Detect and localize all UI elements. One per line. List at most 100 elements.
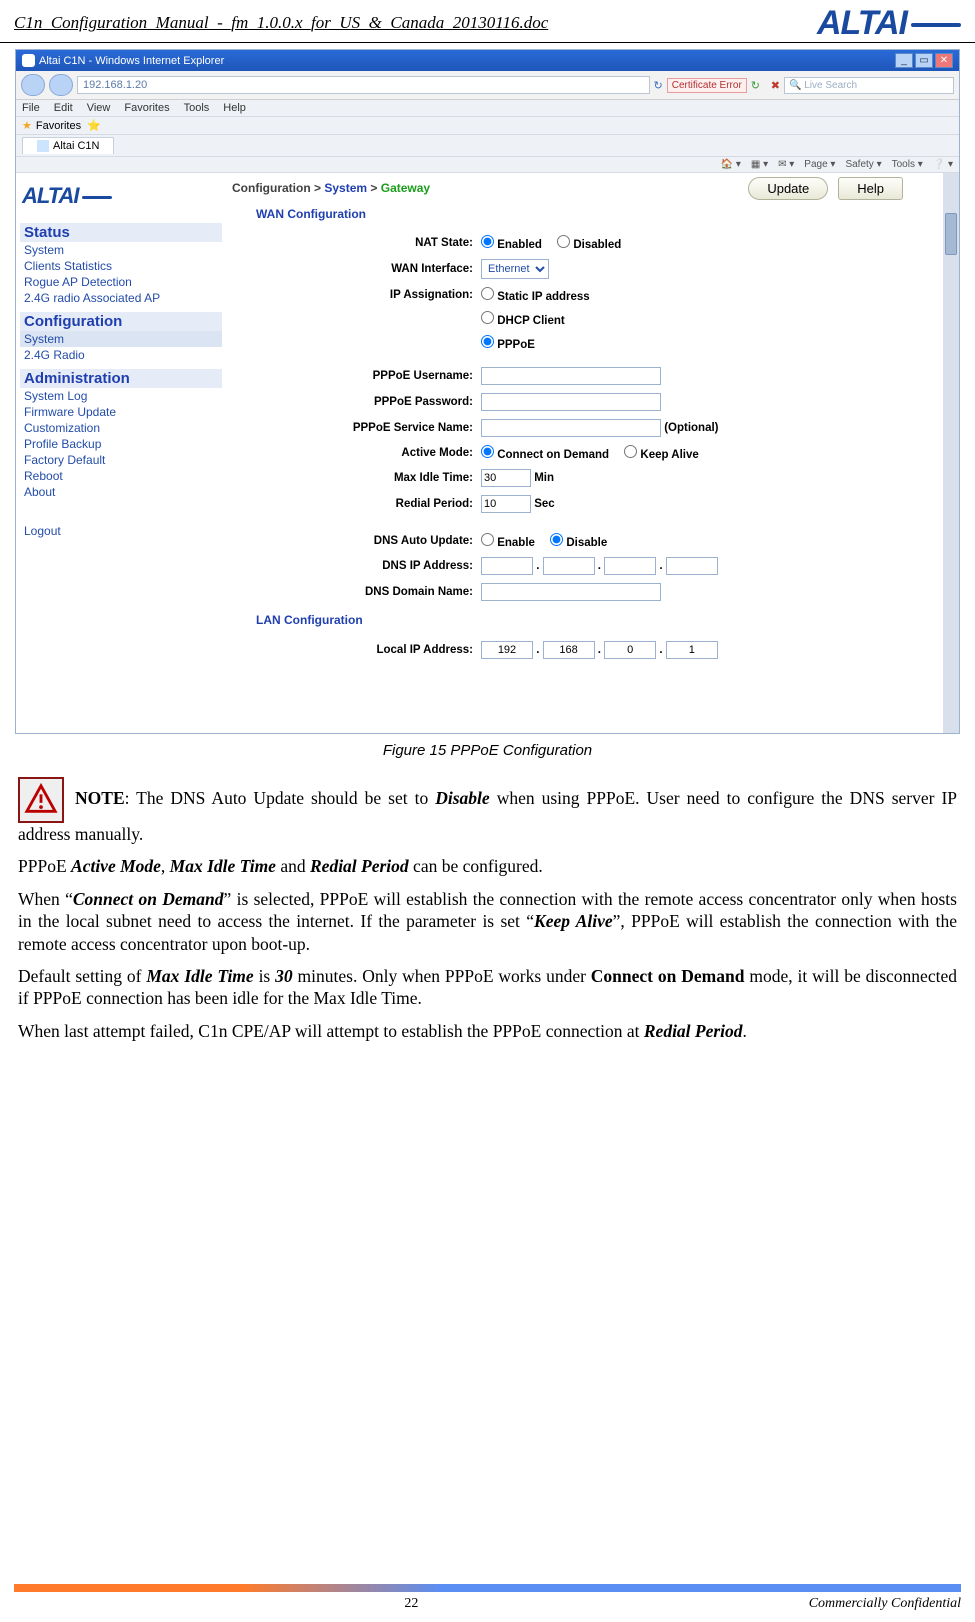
nav-syslog[interactable]: System Log [20, 388, 222, 404]
body-text: NOTE: The DNS Auto Update should be set … [0, 777, 975, 1042]
menu-favorites[interactable]: Favorites [124, 102, 169, 114]
update-button[interactable]: Update [748, 177, 828, 200]
maxidle-input[interactable] [481, 469, 531, 487]
dnsip-oct4[interactable] [666, 557, 718, 575]
altai-logo: ALTAI [817, 6, 961, 40]
pppoe-username-input[interactable] [481, 367, 661, 385]
dnsip-oct3[interactable] [604, 557, 656, 575]
wan-interface-select[interactable]: Ethernet [481, 259, 549, 279]
forward-button[interactable] [49, 74, 73, 96]
ie-screenshot: Altai C1N - Windows Internet Explorer _ … [15, 49, 960, 734]
config-area: Update Help Configuration > System > Gat… [226, 173, 943, 733]
favorites-star-icon[interactable]: ★ [22, 119, 32, 132]
window-title-text: Altai C1N - Windows Internet Explorer [39, 55, 224, 67]
toolbar-tools[interactable]: Tools ▾ [892, 159, 923, 170]
favorites-folder-icon[interactable]: ⭐ [87, 119, 101, 132]
nat-disabled[interactable]: Disabled [557, 239, 621, 251]
mail-icon[interactable]: ✉ ▾ [778, 159, 794, 170]
mode-keepalive[interactable]: Keep Alive [624, 449, 699, 461]
refresh2-icon[interactable]: ↻ [751, 79, 767, 92]
nav-rogue[interactable]: Rogue AP Detection [20, 274, 222, 290]
lbl-redial: Redial Period: [232, 491, 477, 517]
lbl-dnsauto: DNS Auto Update: [232, 529, 477, 553]
toolbar-help[interactable]: ❔ ▾ [933, 159, 953, 170]
ip-static[interactable]: Static IP address [481, 291, 590, 303]
close-button[interactable]: ✕ [935, 53, 953, 68]
nav-factory[interactable]: Factory Default [20, 452, 222, 468]
page-footer: 22 Commercially Confidential [0, 1584, 975, 1612]
menu-tools[interactable]: Tools [184, 102, 210, 114]
nav-custom[interactable]: Customization [20, 420, 222, 436]
window-icon [22, 54, 35, 67]
page-header: C1n_Configuration_Manual_-_fm_1.0.0.x_fo… [0, 0, 975, 43]
localip-oct3[interactable] [604, 641, 656, 659]
nav-reboot[interactable]: Reboot [20, 468, 222, 484]
lbl-dnsdom: DNS Domain Name: [232, 579, 477, 605]
favorites-bar: ★ Favorites ⭐ [16, 117, 959, 135]
left-nav: ALTAI Status System Clients Statistics R… [16, 173, 226, 733]
nav-24g-assoc[interactable]: 2.4G radio Associated AP [20, 290, 222, 306]
nav-admin-head[interactable]: Administration [20, 369, 222, 388]
home-icon[interactable]: 🏠 ▾ [721, 159, 741, 170]
nav-config-24g[interactable]: 2.4G Radio [20, 347, 222, 363]
top-buttons: Update Help [748, 177, 903, 200]
tab-label: Altai C1N [53, 140, 99, 152]
dnsip-oct1[interactable] [481, 557, 533, 575]
dns-disable[interactable]: Disable [550, 537, 607, 549]
menu-file[interactable]: File [22, 102, 40, 114]
menu-bar: File Edit View Favorites Tools Help [16, 100, 959, 117]
dnsdomain-input[interactable] [481, 583, 661, 601]
nav-config-head[interactable]: Configuration [20, 312, 222, 331]
dnsip-oct2[interactable] [543, 557, 595, 575]
search-box[interactable]: 🔍 Live Search [784, 77, 954, 94]
menu-edit[interactable]: Edit [54, 102, 73, 114]
localip-oct1[interactable] [481, 641, 533, 659]
feed-icon[interactable]: ▦ ▾ [751, 159, 768, 170]
redial-input[interactable] [481, 495, 531, 513]
lan-form: Local IP Address: . . . [232, 637, 925, 663]
nav-about[interactable]: About [20, 484, 222, 500]
lbl-localip: Local IP Address: [232, 637, 477, 663]
lbl-pppuser: PPPoE Username: [232, 363, 477, 389]
lbl-active: Active Mode: [232, 441, 477, 465]
page-number: 22 [404, 1596, 418, 1612]
cert-error-badge[interactable]: Certificate Error [667, 78, 747, 93]
toolbar-page[interactable]: Page ▾ [804, 159, 835, 170]
toolbar-safety[interactable]: Safety ▾ [845, 159, 881, 170]
pppoe-service-input[interactable] [481, 419, 661, 437]
nav-config-system[interactable]: System [20, 331, 222, 347]
altai-logo-small: ALTAI [20, 179, 222, 217]
webpage: ALTAI Status System Clients Statistics R… [16, 173, 959, 733]
nav-system[interactable]: System [20, 242, 222, 258]
nat-enabled[interactable]: Enabled [481, 239, 542, 251]
menu-help[interactable]: Help [223, 102, 246, 114]
lbl-ppppass: PPPoE Password: [232, 389, 477, 415]
back-button[interactable] [21, 74, 45, 96]
pppoe-password-input[interactable] [481, 393, 661, 411]
note-label: NOTE [75, 788, 125, 808]
help-button[interactable]: Help [838, 177, 903, 200]
browser-tab[interactable]: Altai C1N [22, 137, 114, 154]
nav-backup[interactable]: Profile Backup [20, 436, 222, 452]
favorites-label[interactable]: Favorites [36, 120, 81, 132]
nav-status-head[interactable]: Status [20, 223, 222, 242]
dns-enable[interactable]: Enable [481, 537, 535, 549]
figure-caption: Figure 15 PPPoE Configuration [0, 742, 975, 759]
nav-logout[interactable]: Logout [20, 524, 222, 538]
warning-icon [18, 777, 64, 823]
url-field[interactable]: 192.168.1.20 [77, 76, 650, 94]
refresh-icon[interactable]: ↻ [654, 79, 663, 92]
minimize-button[interactable]: _ [895, 53, 913, 68]
localip-oct4[interactable] [666, 641, 718, 659]
ip-dhcp[interactable]: DHCP Client [481, 315, 565, 327]
min-label: Min [534, 472, 554, 484]
stop-icon[interactable]: ✖ [771, 79, 780, 92]
localip-oct2[interactable] [543, 641, 595, 659]
ip-pppoe[interactable]: PPPoE [481, 339, 535, 351]
nav-clients[interactable]: Clients Statistics [20, 258, 222, 274]
nav-fwupdate[interactable]: Firmware Update [20, 404, 222, 420]
maximize-button[interactable]: ▭ [915, 53, 933, 68]
footer-divider [14, 1584, 961, 1592]
mode-cod[interactable]: Connect on Demand [481, 449, 609, 461]
menu-view[interactable]: View [87, 102, 111, 114]
